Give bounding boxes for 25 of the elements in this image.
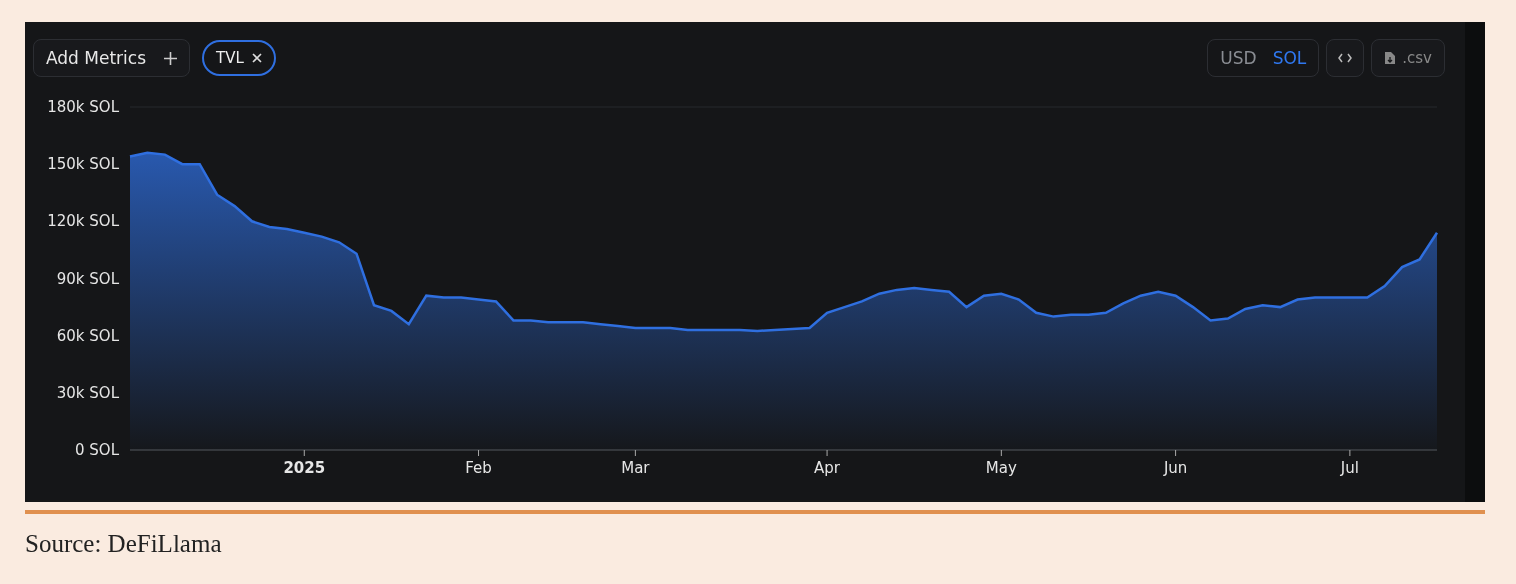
x-axis-label: 2025 [283,459,326,477]
y-axis-label: 90k SOL [56,269,119,288]
x-axis-label: May [985,459,1017,477]
x-axis-label: Jun [1163,459,1188,477]
y-axis-label: 30k SOL [56,383,119,402]
y-axis-label: 60k SOL [56,326,119,345]
metric-chip[interactable]: TVL [202,40,276,76]
file-download-icon [1384,51,1397,65]
csv-button[interactable]: .csv [1371,39,1445,77]
currency-option[interactable]: SOL [1266,48,1313,68]
y-axis-label: 180k SOL [47,98,119,116]
y-axis-label: 150k SOL [47,155,119,174]
embed-button[interactable] [1326,39,1365,77]
x-axis-label: Apr [814,459,841,477]
y-axis-label: 120k SOL [47,212,119,231]
add-metrics-button[interactable]: Add Metrics [33,39,190,77]
currency-option[interactable]: USD [1214,48,1263,68]
x-axis-label: Jul [1340,459,1359,477]
plus-icon [164,51,177,65]
close-icon [251,53,262,63]
y-axis-label: 0 SOL [75,441,119,459]
source-caption: Source: DeFiLlama [25,530,223,558]
code-icon [1338,53,1353,63]
x-axis-label: Feb [465,459,492,477]
x-axis-label: Mar [621,459,650,477]
